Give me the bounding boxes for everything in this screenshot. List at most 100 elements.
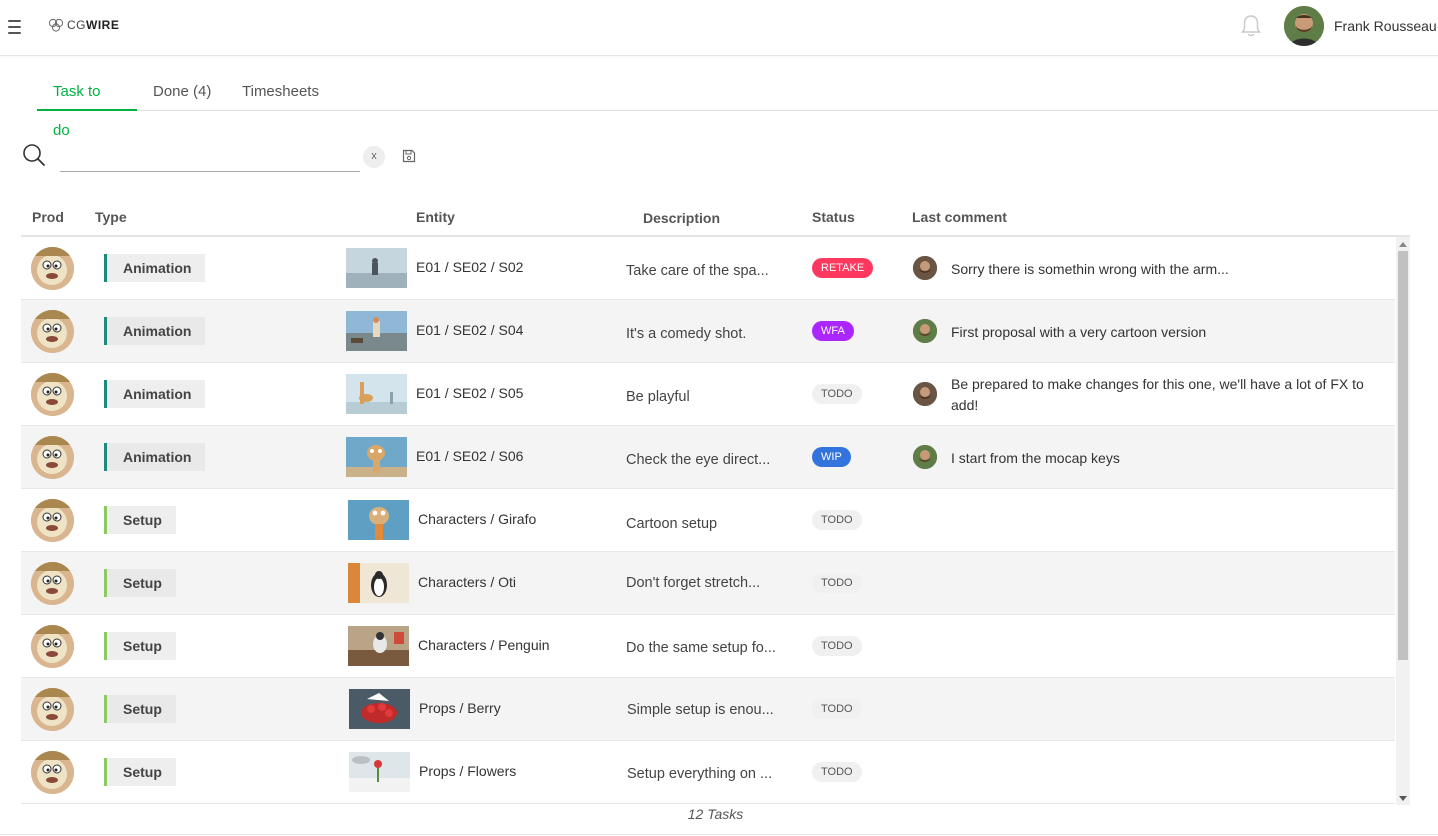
entity-thumbnail[interactable] — [346, 374, 407, 414]
status-badge[interactable]: TODO — [812, 699, 862, 719]
status-badge[interactable]: TODO — [812, 384, 862, 404]
task-type-tag[interactable]: Animation — [104, 443, 206, 471]
task-type-tag[interactable]: Setup — [104, 632, 176, 660]
table-row[interactable]: Animation E01 / SE02 / S06 Check the eye… — [21, 426, 1395, 489]
last-comment-text[interactable]: First proposal with a very cartoon versi… — [951, 322, 1381, 343]
column-header-prod[interactable]: Prod — [32, 209, 64, 225]
user-avatar[interactable] — [1284, 6, 1324, 46]
top-bar: CGWIRE Frank Rousseau — [0, 0, 1438, 56]
tab-bar: Task to do Done (4) Timesheets — [37, 72, 1438, 139]
status-badge[interactable]: TODO — [812, 762, 862, 782]
task-type-tag[interactable]: Setup — [104, 506, 176, 534]
footer-divider — [0, 834, 1438, 835]
entity-name[interactable]: Props / Berry — [419, 700, 501, 716]
production-avatar[interactable] — [31, 562, 74, 605]
entity-name[interactable]: E01 / SE02 / S02 — [416, 259, 523, 275]
task-type-tag[interactable]: Animation — [104, 254, 206, 282]
cgwire-logo[interactable]: CGWIRE — [48, 18, 119, 32]
entity-name[interactable]: Characters / Oti — [418, 574, 516, 590]
comment-author-avatar — [913, 256, 937, 280]
column-header-last-comment[interactable]: Last comment — [912, 209, 1007, 225]
entity-thumbnail[interactable] — [346, 437, 407, 477]
entity-thumbnail[interactable] — [348, 626, 409, 666]
status-badge[interactable]: WFA — [812, 321, 854, 341]
tab-timesheets[interactable]: Timesheets — [226, 72, 335, 111]
status-badge[interactable]: RETAKE — [812, 258, 874, 278]
column-header-type[interactable]: Type — [95, 209, 127, 225]
production-avatar[interactable] — [31, 310, 74, 353]
task-description[interactable]: Don't forget stretch... — [626, 575, 791, 591]
clear-search-button[interactable]: x — [363, 146, 385, 168]
table-row[interactable]: Setup Characters / Penguin Do the same s… — [21, 615, 1395, 678]
production-avatar[interactable] — [31, 751, 74, 794]
task-type-tag[interactable]: Setup — [104, 695, 176, 723]
task-list: Animation E01 / SE02 / S02 Take care of … — [21, 237, 1396, 805]
entity-thumbnail[interactable] — [348, 500, 409, 540]
hamburger-menu-icon[interactable] — [8, 20, 21, 34]
status-badge[interactable]: TODO — [812, 510, 862, 530]
table-row[interactable]: Setup Props / Flowers Setup everything o… — [21, 741, 1395, 804]
comment-author-avatar — [913, 382, 937, 406]
entity-thumbnail[interactable] — [346, 311, 407, 351]
task-description[interactable]: Check the eye direct... — [626, 452, 791, 468]
status-badge[interactable]: TODO — [812, 573, 862, 593]
task-count: 12 Tasks — [687, 806, 744, 822]
production-avatar[interactable] — [31, 436, 74, 479]
task-description[interactable]: It's a comedy shot. — [626, 326, 791, 342]
entity-thumbnail[interactable] — [349, 689, 410, 729]
task-description[interactable]: Be playful — [626, 389, 791, 405]
entity-thumbnail[interactable] — [349, 752, 410, 792]
cgwire-logo-icon — [48, 18, 64, 32]
entity-name[interactable]: E01 / SE02 / S05 — [416, 385, 523, 401]
task-description[interactable]: Do the same setup fo... — [626, 640, 791, 656]
save-search-icon[interactable] — [402, 149, 416, 163]
entity-thumbnail[interactable] — [348, 563, 409, 603]
entity-name[interactable]: E01 / SE02 / S04 — [416, 322, 523, 338]
notifications-bell-icon[interactable] — [1239, 13, 1263, 39]
task-type-tag[interactable]: Setup — [104, 758, 176, 786]
entity-name[interactable]: Props / Flowers — [419, 763, 516, 779]
table-row[interactable]: Setup Props / Berry Simple setup is enou… — [21, 678, 1395, 741]
production-avatar[interactable] — [31, 499, 74, 542]
last-comment-text[interactable]: I start from the mocap keys — [951, 448, 1381, 469]
scroll-down-arrow-icon[interactable] — [1399, 796, 1407, 801]
task-type-tag[interactable]: Setup — [104, 569, 176, 597]
search-icon[interactable] — [22, 143, 46, 167]
column-header-description[interactable]: Description — [643, 210, 720, 226]
table-row[interactable]: Animation E01 / SE02 / S05 Be playful TO… — [21, 363, 1395, 426]
task-description[interactable]: Setup everything on ... — [627, 766, 792, 782]
status-badge[interactable]: TODO — [812, 636, 862, 656]
entity-name[interactable]: Characters / Penguin — [418, 637, 550, 653]
status-badge[interactable]: WIP — [812, 447, 851, 467]
tab-done[interactable]: Done (4) — [137, 72, 227, 111]
production-avatar[interactable] — [31, 688, 74, 731]
table-row[interactable]: Setup Characters / Oti Don't forget stre… — [21, 552, 1395, 615]
task-description[interactable]: Take care of the spa... — [626, 263, 791, 279]
table-scrollbar[interactable] — [1396, 237, 1410, 805]
column-header-status[interactable]: Status — [812, 209, 855, 225]
comment-author-avatar — [913, 319, 937, 343]
production-avatar[interactable] — [31, 373, 74, 416]
production-avatar[interactable] — [31, 247, 74, 290]
comment-author-avatar — [913, 445, 937, 469]
search-input[interactable] — [60, 144, 360, 172]
tab-task-to-do[interactable]: Task to do — [37, 72, 137, 139]
production-avatar[interactable] — [31, 625, 74, 668]
table-header: Prod Type Entity Description Status Last… — [21, 200, 1410, 237]
entity-name[interactable]: E01 / SE02 / S06 — [416, 448, 523, 464]
entity-thumbnail[interactable] — [346, 248, 407, 288]
user-name[interactable]: Frank Rousseau — [1334, 18, 1437, 34]
task-description[interactable]: Cartoon setup — [626, 516, 791, 532]
task-description[interactable]: Simple setup is enou... — [627, 702, 792, 718]
scrollbar-thumb[interactable] — [1398, 251, 1408, 660]
last-comment-text[interactable]: Be prepared to make changes for this one… — [951, 374, 1381, 416]
entity-name[interactable]: Characters / Girafo — [418, 511, 536, 527]
scroll-up-arrow-icon[interactable] — [1399, 242, 1407, 247]
table-row[interactable]: Animation E01 / SE02 / S02 Take care of … — [21, 237, 1395, 300]
table-row[interactable]: Setup Characters / Girafo Cartoon setup … — [21, 489, 1395, 552]
last-comment-text[interactable]: Sorry there is somethin wrong with the a… — [951, 259, 1381, 280]
task-type-tag[interactable]: Animation — [104, 380, 206, 408]
column-header-entity[interactable]: Entity — [416, 209, 455, 225]
table-row[interactable]: Animation E01 / SE02 / S04 It's a comedy… — [21, 300, 1395, 363]
task-type-tag[interactable]: Animation — [104, 317, 206, 345]
